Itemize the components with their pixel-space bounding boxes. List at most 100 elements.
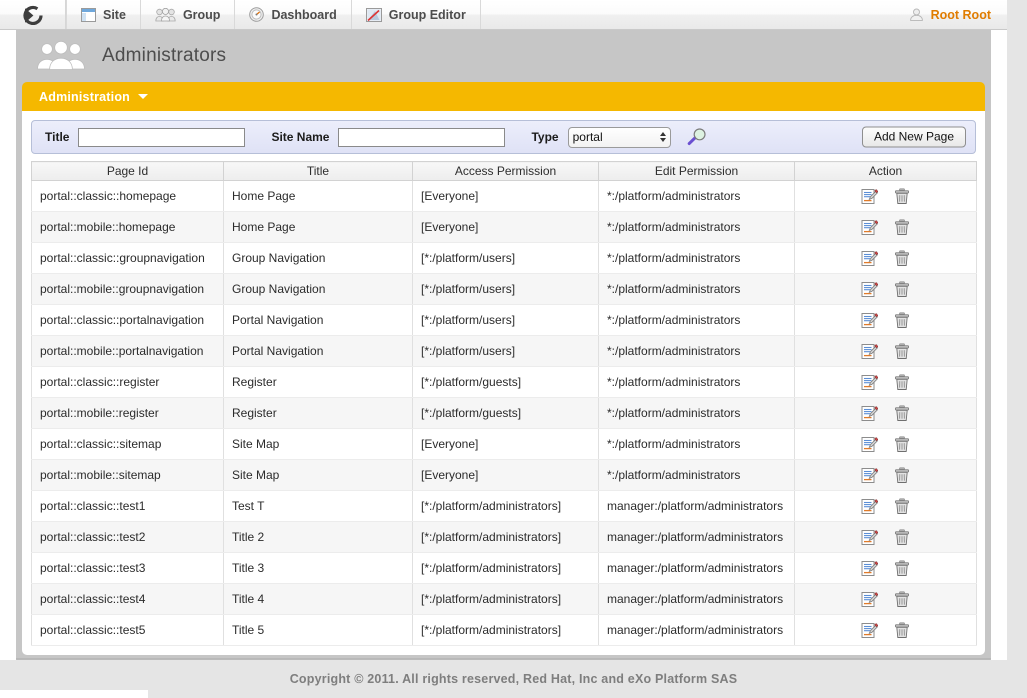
edit-page-icon[interactable] [861,591,879,608]
cell-action [794,583,977,615]
top-toolbar: Site Group Dashboard Group Editor Root R… [0,0,1007,30]
administration-tab[interactable]: Administration [22,82,985,111]
delete-trash-icon[interactable] [894,405,910,422]
edit-page-icon[interactable] [861,622,879,639]
table-row[interactable]: portal::mobile::sitemap Site Map [Everyone… [31,459,977,491]
table-row[interactable]: portal::classic::portalnavigation Portal … [31,304,977,336]
search-button[interactable] [686,127,708,147]
table-row[interactable]: portal::mobile::homepage Home Page [Everyo… [31,211,977,243]
delete-trash-icon[interactable] [894,622,910,639]
table-row[interactable]: portal::classic::test1 Test T [*:/platform… [31,490,977,522]
cell-page-id: portal::classic::test3 [31,552,224,584]
edit-page-icon[interactable] [861,343,879,360]
table-row[interactable]: portal::classic::homepage Home Page [Every… [31,180,977,212]
delete-trash-icon[interactable] [894,250,910,267]
column-header-access-permission[interactable]: Access Permission [412,161,599,181]
cell-page-id: portal::classic::groupnavigation [31,242,224,274]
delete-trash-icon[interactable] [894,374,910,391]
cell-action [794,521,977,553]
edit-page-icon[interactable] [861,188,879,205]
delete-trash-icon[interactable] [894,498,910,515]
page-title: Administrators [102,45,227,66]
edit-page-icon[interactable] [861,405,879,422]
cell-page-id: portal::mobile::sitemap [31,459,224,491]
nav-item-site[interactable]: Site [66,0,141,29]
page-body: Administrators Administration Title Site… [16,30,991,660]
edit-page-icon[interactable] [861,374,879,391]
cell-title: Home Page [223,211,413,243]
toolbar-nav: Site Group Dashboard Group Editor [66,0,481,29]
delete-trash-icon[interactable] [894,529,910,546]
cell-access-permission: [*:/platform/users] [412,335,599,367]
edit-page-icon[interactable] [861,560,879,577]
edit-page-icon[interactable] [861,219,879,236]
delete-trash-icon[interactable] [894,467,910,484]
table-row[interactable]: portal::classic::test4 Title 4 [*:/platfor… [31,583,977,615]
table-row[interactable]: portal::classic::groupnavigation Group Na… [31,242,977,274]
table-row[interactable]: portal::mobile::groupnavigation Group Nav… [31,273,977,305]
type-filter-select[interactable]: portal [567,126,671,148]
nav-item-dashboard[interactable]: Dashboard [235,0,352,29]
nav-item-site-label: Site [103,7,126,22]
cell-edit-permission: manager:/platform/administrators [598,614,795,646]
cell-page-id: portal::mobile::register [31,397,224,429]
edit-page-icon[interactable] [861,529,879,546]
cell-title: Site Map [223,428,413,460]
table-row[interactable]: portal::mobile::portalnavigation Portal N… [31,335,977,367]
edit-page-icon[interactable] [861,312,879,329]
cell-access-permission: [*:/platform/users] [412,242,599,274]
exo-logo-icon[interactable] [0,0,66,29]
cell-action [794,304,977,336]
user-menu[interactable]: Root Root [895,0,1007,29]
column-header-title[interactable]: Title [223,161,413,181]
nav-item-group[interactable]: Group [141,0,236,29]
group-icon [155,7,176,22]
edit-page-icon[interactable] [861,281,879,298]
column-header-page-id[interactable]: Page Id [31,161,224,181]
cell-edit-permission: *:/platform/administrators [598,397,795,429]
cell-edit-permission: manager:/platform/administrators [598,490,795,522]
edit-page-icon[interactable] [861,250,879,267]
cell-title: Register [223,397,413,429]
table-row[interactable]: portal::classic::test5 Title 5 [*:/platfor… [31,614,977,646]
cell-title: Group Navigation [223,273,413,305]
site-icon [81,7,96,22]
delete-trash-icon[interactable] [894,188,910,205]
page-banner: Administrators [16,30,991,82]
cell-access-permission: [*:/platform/administrators] [412,583,599,615]
table-row[interactable]: portal::classic::test2 Title 2 [*:/platfor… [31,521,977,553]
table-row[interactable]: portal::mobile::register Register [*:/plat… [31,397,977,429]
delete-trash-icon[interactable] [894,343,910,360]
edit-page-icon[interactable] [861,498,879,515]
table-row[interactable]: portal::classic::sitemap Site Map [Everyon… [31,428,977,460]
edit-page-icon[interactable] [861,467,879,484]
content-panel: Title Site Name Type portal Add New Page… [22,111,985,655]
cell-access-permission: [*:/platform/users] [412,304,599,336]
delete-trash-icon[interactable] [894,591,910,608]
column-header-edit-permission[interactable]: Edit Permission [598,161,795,181]
add-new-page-button[interactable]: Add New Page [861,126,966,148]
cell-edit-permission: *:/platform/administrators [598,304,795,336]
delete-trash-icon[interactable] [894,560,910,577]
delete-trash-icon[interactable] [894,436,910,453]
edit-page-icon[interactable] [861,436,879,453]
nav-item-group-editor[interactable]: Group Editor [352,0,481,29]
cell-access-permission: [Everyone] [412,459,599,491]
table-row[interactable]: portal::classic::register Register [*:/pla… [31,366,977,398]
sitename-filter-input[interactable] [338,127,506,147]
delete-trash-icon[interactable] [894,312,910,329]
table-row[interactable]: portal::classic::test3 Title 3 [*:/platfor… [31,552,977,584]
bottom-notch [0,690,148,698]
column-header-action[interactable]: Action [794,161,977,181]
page-footer: Copyright © 2011. All rights reserved, R… [0,660,1027,698]
cell-title: Group Navigation [223,242,413,274]
nav-item-dashboard-label: Dashboard [271,7,337,22]
cell-edit-permission: *:/platform/administrators [598,366,795,398]
delete-trash-icon[interactable] [894,281,910,298]
cell-access-permission: [*:/platform/administrators] [412,552,599,584]
title-filter-input[interactable] [78,127,246,147]
cell-action [794,397,977,429]
delete-trash-icon[interactable] [894,219,910,236]
cell-title: Register [223,366,413,398]
cell-title: Test T [223,490,413,522]
